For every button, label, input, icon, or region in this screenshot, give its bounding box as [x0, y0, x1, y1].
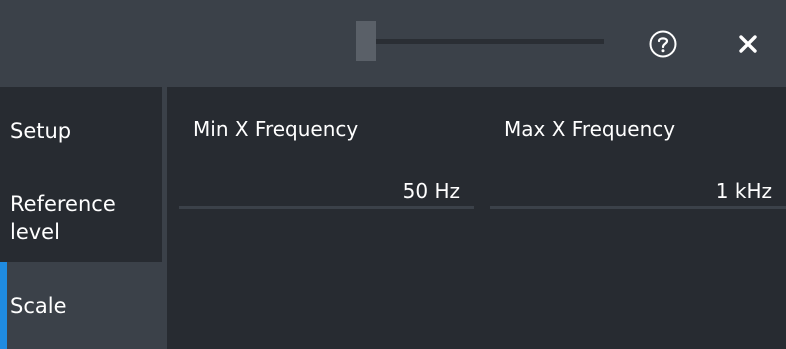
dialog-slider[interactable] — [356, 21, 604, 61]
field-underline — [490, 206, 786, 209]
help-circle-icon — [649, 30, 677, 58]
field-label: Max X Frequency — [504, 117, 676, 141]
help-button[interactable] — [647, 28, 679, 60]
sidebar-item-scale[interactable]: Scale — [0, 262, 167, 349]
sidebar: Setup Reference level Scale — [0, 87, 167, 349]
sidebar-item-reference-level[interactable]: Reference level — [0, 174, 162, 262]
field-value: 50 Hz — [402, 179, 460, 203]
close-button[interactable] — [734, 30, 762, 58]
sidebar-item-label: Reference level — [10, 192, 116, 244]
content-panel: Min X Frequency 50 Hz Max X Frequency 1 … — [167, 87, 786, 349]
scale-dialog: Setup Reference level Scale Min X Freque… — [0, 0, 786, 349]
sidebar-item-label: Scale — [10, 293, 67, 318]
field-underline — [179, 206, 474, 209]
max-x-frequency-field[interactable]: Max X Frequency 1 kHz — [490, 99, 786, 209]
selected-indicator — [0, 262, 7, 349]
close-icon — [739, 35, 757, 53]
sidebar-item-label: Setup — [10, 118, 72, 143]
sidebar-item-setup[interactable]: Setup — [0, 87, 162, 174]
slider-track[interactable] — [356, 39, 604, 44]
dialog-titlebar — [0, 0, 786, 87]
field-label: Min X Frequency — [193, 117, 359, 141]
field-value: 1 kHz — [715, 179, 772, 203]
slider-handle[interactable] — [356, 21, 376, 61]
min-x-frequency-field[interactable]: Min X Frequency 50 Hz — [179, 99, 474, 209]
